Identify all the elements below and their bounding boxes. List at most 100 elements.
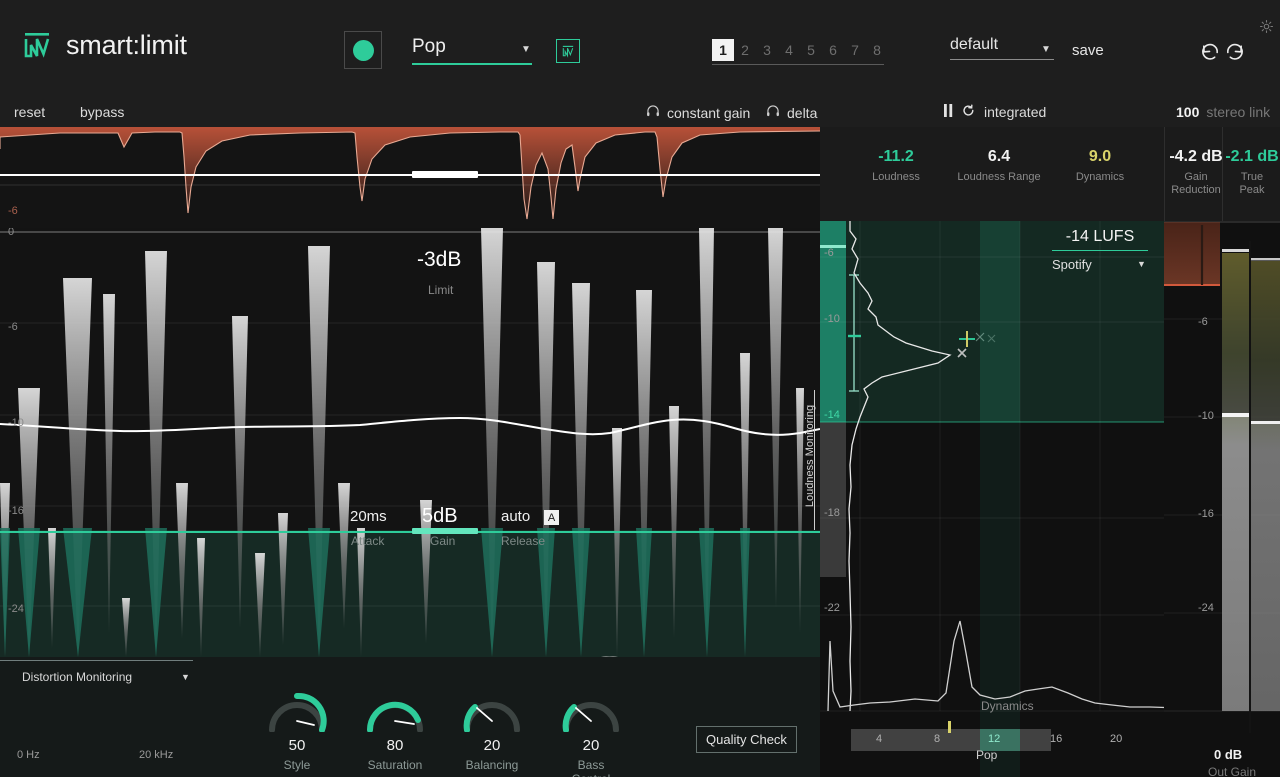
stat-gain-reduction-caption: Gain Reduction xyxy=(1171,171,1221,196)
stat-loudness-range-caption: Loudness Range xyxy=(957,171,1041,183)
preset-slot-7[interactable]: 7 xyxy=(844,39,866,61)
balancing-knob-value: 20 xyxy=(483,737,501,754)
limiter-display[interactable]: -6 0 -10 -16 -24 -6 xyxy=(0,127,820,657)
attack-caption: Attack xyxy=(351,534,385,548)
out-gain-value[interactable]: 0 dB xyxy=(1214,747,1242,762)
preset-value: default xyxy=(950,36,999,53)
sub-toolbar xyxy=(0,94,1280,127)
limit-threshold-line[interactable] xyxy=(0,174,820,176)
chevron-down-icon[interactable]: ▼ xyxy=(521,44,531,55)
undo-icon[interactable] xyxy=(1200,40,1221,66)
preset-slot-underline xyxy=(712,64,884,65)
wave-axis-zero: 0 xyxy=(8,228,15,238)
bypass-button[interactable]: bypass xyxy=(80,104,124,120)
bass-control-knob[interactable]: 20 Bass Control xyxy=(560,690,622,777)
gain-value[interactable]: 5dB xyxy=(422,505,458,528)
loudness-axis-minus18: -18 xyxy=(824,507,840,519)
preset-select[interactable]: default xyxy=(950,36,1054,60)
stat-true-peak-caption: True Peak xyxy=(1239,171,1265,196)
stat-loudness-caption: Loudness xyxy=(872,171,920,183)
power-dot xyxy=(352,39,374,61)
ai-profile-icon[interactable] xyxy=(556,39,580,63)
style-knob-arc[interactable] xyxy=(266,690,328,733)
release-auto-badge[interactable]: A xyxy=(544,510,559,525)
preset-slot-3[interactable]: 3 xyxy=(756,39,778,61)
frequency-max-label: 20 kHz xyxy=(139,749,174,761)
brand-name: smart:limit xyxy=(66,29,187,60)
meter-axis-minus6: -6 xyxy=(1198,316,1208,328)
gain-threshold-line[interactable] xyxy=(0,531,820,533)
preset-slot-strip[interactable]: 1 2 3 4 5 6 7 8 xyxy=(712,39,888,61)
power-toggle-icon[interactable] xyxy=(344,31,382,69)
bass-control-knob-value: 20 xyxy=(582,737,600,754)
loudness-target-select[interactable]: -14 LUFS Spotify ▼ xyxy=(1052,228,1148,272)
delta-toggle[interactable]: delta xyxy=(766,104,817,121)
header-bar: smart:limit Pop ▼ 1 2 3 4 5 6 7 8 defaul… xyxy=(0,0,1280,94)
gain-caption: Gain xyxy=(430,534,456,548)
saturation-knob-value: 80 xyxy=(386,737,404,754)
preset-slot-1[interactable]: 1 xyxy=(712,39,734,61)
distortion-monitoring-label[interactable]: Distortion Monitoring xyxy=(22,670,132,684)
gr-axis-label-minus6: -6 xyxy=(8,205,18,217)
loudness-monitoring-panel[interactable]: Loudness xyxy=(820,221,1180,777)
profile-select[interactable]: Pop xyxy=(412,36,532,65)
dynamics-curve-label: Dynamics xyxy=(981,699,1034,713)
constant-gain-toggle[interactable]: constant gain xyxy=(646,104,750,121)
stats-divider-1 xyxy=(1164,127,1165,221)
wave-axis-minus16: -16 xyxy=(8,505,24,517)
balancing-knob-arc[interactable] xyxy=(461,690,523,733)
dynamics-tick-20: 20 xyxy=(1110,733,1123,745)
preset-slot-4[interactable]: 4 xyxy=(778,39,800,61)
preset-slot-2[interactable]: 2 xyxy=(734,39,756,61)
reset-meter-icon[interactable] xyxy=(962,104,975,120)
pause-icon[interactable] xyxy=(944,104,953,120)
chevron-down-icon[interactable]: ▼ xyxy=(1137,259,1146,269)
save-button[interactable]: save xyxy=(1072,42,1104,59)
constant-gain-label: constant gain xyxy=(667,104,751,121)
chevron-down-icon[interactable]: ▼ xyxy=(1041,44,1051,55)
dynamics-tick-12: 12 xyxy=(988,733,1001,745)
dynamics-genre-label: Pop xyxy=(976,748,998,762)
bass-control-knob-caption: Bass Control xyxy=(572,758,611,777)
limit-caption: Limit xyxy=(428,283,454,297)
saturation-knob[interactable]: 80 Saturation xyxy=(364,690,426,772)
limit-value[interactable]: -3dB xyxy=(417,248,461,272)
saturation-knob-arc[interactable] xyxy=(364,690,426,733)
stat-loudness-range: 6.4 Loudness Range xyxy=(949,148,1049,184)
stat-gain-reduction: -4.2 dB Gain Reduction xyxy=(1167,148,1225,197)
out-gain-caption: Out Gain xyxy=(1208,765,1257,777)
loudness-chart xyxy=(820,221,1180,777)
gear-icon[interactable] xyxy=(1258,18,1275,40)
loudness-target-underline xyxy=(1052,250,1148,251)
redo-icon[interactable] xyxy=(1224,40,1245,66)
style-knob-caption: Style xyxy=(283,758,311,772)
stat-true-peak: -2.1 dB True Peak xyxy=(1224,148,1280,197)
bass-control-knob-arc[interactable] xyxy=(560,690,622,733)
preset-slot-5[interactable]: 5 xyxy=(800,39,822,61)
stat-dynamics-value: 9.0 xyxy=(1088,148,1112,165)
stat-gain-reduction-value: -4.2 dB xyxy=(1169,148,1223,165)
reset-button[interactable]: reset xyxy=(14,104,45,120)
preset-slot-6[interactable]: 6 xyxy=(822,39,844,61)
gain-reduction-graph: -6 xyxy=(0,127,820,228)
balancing-knob[interactable]: 20 Balancing xyxy=(461,690,523,772)
style-knob[interactable]: 50 Style xyxy=(266,690,328,772)
attack-value[interactable]: 20ms xyxy=(350,508,387,525)
quality-check-button[interactable]: Quality Check xyxy=(696,726,797,753)
stat-dynamics-caption: Dynamics xyxy=(1075,171,1125,183)
output-meters-panel[interactable] xyxy=(1164,221,1280,777)
loudness-axis-minus6: -6 xyxy=(824,247,834,259)
saturation-knob-caption: Saturation xyxy=(367,758,423,772)
loudness-monitoring-tab-label: Loudness Monitoring xyxy=(804,404,816,508)
preset-slot-8[interactable]: 8 xyxy=(866,39,888,61)
meter-mode-group[interactable]: integrated xyxy=(944,104,1046,120)
chevron-down-icon[interactable]: ▼ xyxy=(181,672,190,682)
release-value[interactable]: auto xyxy=(501,508,530,525)
loudness-monitoring-tab[interactable]: Loudness Monitoring xyxy=(799,390,817,530)
stereo-link-control[interactable]: 100 stereo link xyxy=(1176,104,1270,120)
waveform-graph[interactable]: 0 -10 -16 -24 xyxy=(0,228,820,657)
output-meters-chart xyxy=(1164,221,1280,733)
limit-drag-handle[interactable] xyxy=(412,171,478,178)
stereo-link-label: stereo link xyxy=(1206,104,1271,120)
balancing-knob-caption: Balancing xyxy=(465,758,519,772)
